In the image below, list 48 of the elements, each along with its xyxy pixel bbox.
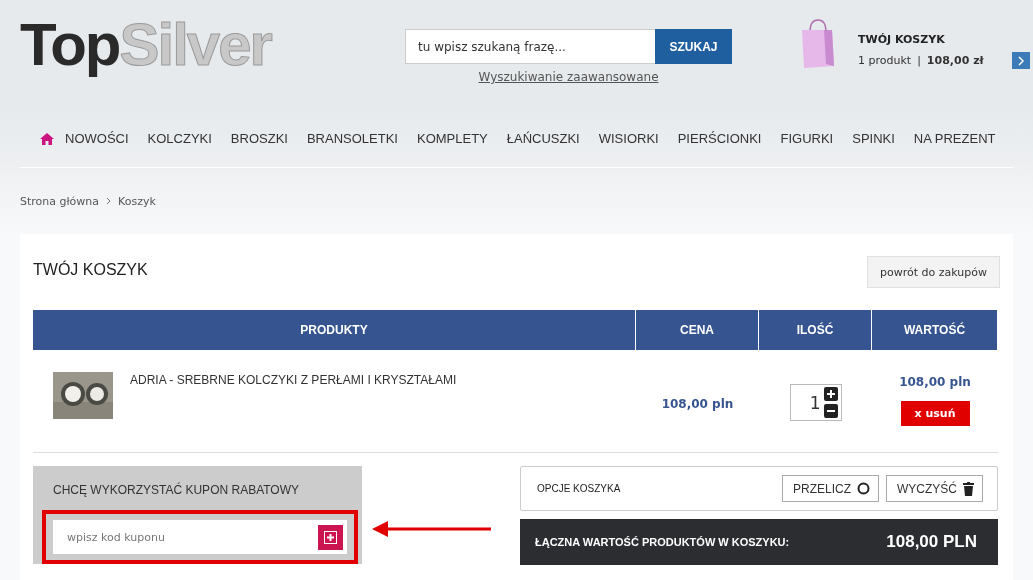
options-title: OPCJE KOSZYKA [537, 483, 622, 494]
search-field[interactable]: tu wpisz szukaną frazę... [405, 29, 655, 64]
nav-link[interactable]: NOWOŚCI [54, 131, 137, 146]
clear-button[interactable]: WYCZYŚĆ [886, 475, 983, 502]
chevron-icon [1016, 55, 1025, 66]
product-value: 108,00 pln [899, 375, 971, 389]
trash-icon [963, 481, 974, 496]
coupon-title: CHCĘ WYKORZYSTAĆ KUPON RABATOWY [52, 483, 301, 497]
nav-link[interactable]: PIERŚCIONKI [666, 131, 770, 146]
column-header: PRODUKTY [33, 310, 636, 350]
summary-total: 108,00 PLN [886, 532, 977, 552]
recalculate-button[interactable]: PRZELICZ [782, 475, 879, 502]
coupon-field[interactable]: wpisz kod kuponu [53, 520, 347, 554]
page-title: TWÓJ KOSZYK [33, 261, 148, 279]
separator: | [917, 54, 921, 67]
chevron-icon [106, 197, 112, 205]
column-header: ILOŚĆ [759, 310, 872, 350]
nav-link[interactable]: SPINKI [841, 131, 903, 146]
product-price: 108,00 pln [661, 397, 734, 411]
breadcrumb-link[interactable]: Koszyk [118, 194, 156, 208]
advanced-search-link[interactable]: Wyszukiwanie zaawansowane [478, 70, 659, 84]
quantity-field[interactable]: 1 [789, 384, 842, 421]
cart-count: 1 produkt [858, 54, 912, 67]
nav-link[interactable]: ŁAŃCUSZKI [495, 131, 588, 146]
nav-link[interactable]: WISIORKI [587, 131, 667, 146]
add-coupon-button[interactable] [318, 524, 343, 550]
column-header: CENA [636, 310, 759, 350]
breadcrumb-link[interactable]: Strona główna [20, 194, 100, 208]
plus-icon [324, 530, 337, 544]
nav-link[interactable]: KOLCZYKI [136, 131, 220, 146]
product-name[interactable]: ADRIA - SREBRNE KOLCZYKI Z PERŁAMI I KRYSZTAŁAMI [130, 373, 457, 387]
nav-link[interactable]: BROSZKI [219, 131, 296, 146]
refresh-icon [857, 482, 870, 495]
cart-arrow-button[interactable] [1011, 52, 1030, 69]
nav-link[interactable]: NA PREZENT [902, 131, 1004, 146]
logo[interactable]: TopSilver [20, 10, 405, 79]
search-button[interactable]: SZUKAJ [655, 29, 732, 64]
remove-button[interactable]: x usuń [900, 401, 970, 426]
summary-label: ŁĄCZNA WARTOŚĆ PRODUKTÓW W KOSZYKU: [535, 536, 790, 548]
stepper-icon[interactable] [823, 387, 838, 418]
column-header: WARTOŚĆ [872, 310, 998, 350]
nav-link[interactable]: FIGURKI [769, 131, 842, 146]
nav-link[interactable]: BRANSOLETKI [295, 131, 406, 146]
cart-total: 108,00 zł [926, 54, 984, 67]
cart-title: TWÓJ KOSZYK [858, 33, 946, 46]
home-icon[interactable] [40, 132, 54, 145]
back-to-shopping-button[interactable]: powrót do zakupów [867, 256, 1000, 288]
nav-link[interactable]: KOMPLETY [405, 131, 496, 146]
